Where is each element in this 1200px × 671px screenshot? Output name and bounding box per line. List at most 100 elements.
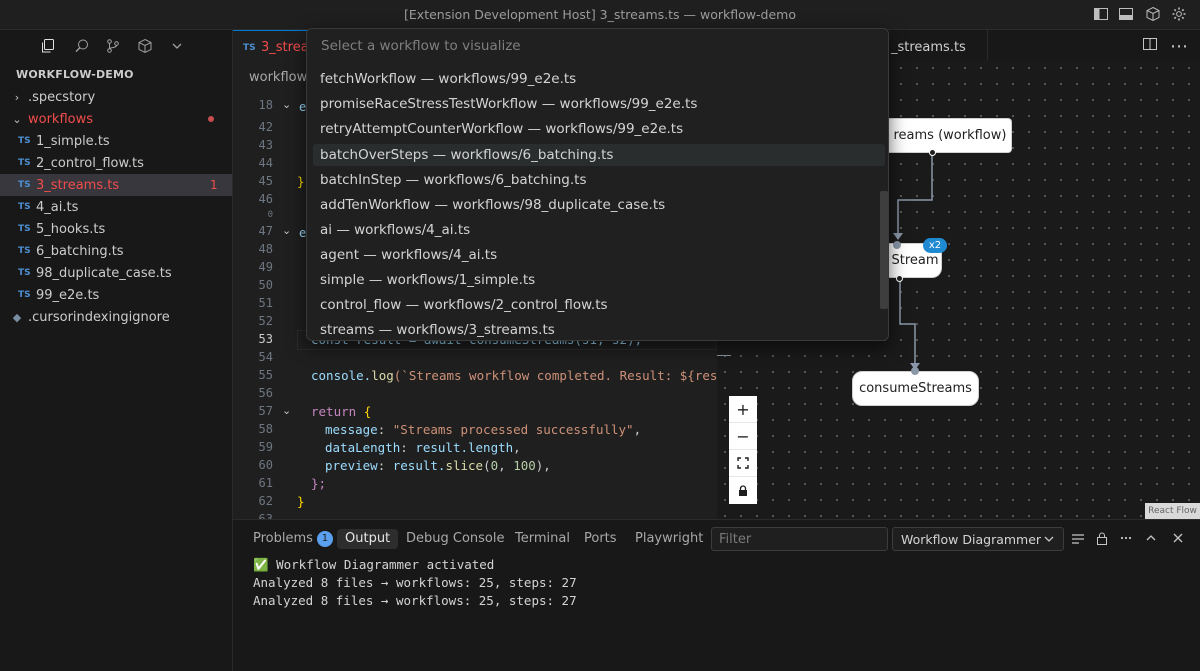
line-number: 45 (258, 174, 273, 188)
toggle-sidebar-icon[interactable] (1093, 6, 1109, 22)
quick-pick-item[interactable]: ai — workflows/4_ai.ts (313, 219, 885, 241)
tab-label: 3_strea (261, 40, 309, 55)
code-token: 100 (513, 458, 536, 473)
quick-pick-item[interactable]: agent — workflows/4_ai.ts (313, 244, 885, 266)
tree-item-label: 6_batching.ts (36, 243, 124, 259)
tree-item-5-hooks[interactable]: TS 5_hooks.ts (0, 218, 232, 240)
typescript-file-icon: TS (18, 180, 31, 190)
line-number: 63 (258, 512, 273, 519)
tree-item-label: 4_ai.ts (36, 199, 79, 215)
split-editor-icon[interactable] (1143, 37, 1157, 51)
code-line-58: message: "Streams processed successfully… (325, 422, 642, 437)
extension-cube-icon[interactable] (1145, 6, 1161, 22)
chevron-right-icon: › (14, 90, 20, 104)
tab-output[interactable]: Output (337, 529, 399, 549)
lock-icon (739, 484, 747, 496)
quick-pick-item[interactable]: fetchWorkflow — workflows/99_e2e.ts (313, 68, 885, 90)
line-number: 48 (258, 242, 273, 256)
tab-divider (987, 30, 988, 64)
code-token: dataLength (325, 440, 401, 455)
react-flow-attribution[interactable]: React Flow (1145, 503, 1200, 519)
node-handle[interactable] (929, 149, 936, 156)
word-wrap-icon[interactable] (1071, 532, 1085, 546)
node-streams-workflow[interactable]: reams (workflow) (889, 118, 1012, 153)
lock-button[interactable] (729, 477, 757, 504)
node-consume-streams[interactable]: consumeStreams (852, 371, 979, 406)
settings-gear-icon[interactable] (1171, 6, 1187, 22)
tree-item-99-e2e[interactable]: TS 99_e2e.ts (0, 284, 232, 306)
quick-pick-item[interactable]: promiseRaceStressTestWorkflow — workflow… (313, 93, 885, 115)
zoom-in-button[interactable]: + (729, 396, 757, 423)
quick-pick-item-active[interactable]: batchOverSteps — workflows/6_batching.ts (313, 144, 885, 166)
quick-pick-item[interactable]: retryAttemptCounterWorkflow — workflows/… (313, 118, 885, 140)
tree-item-label: 1_simple.ts (36, 133, 110, 149)
node-label: Stream (891, 253, 939, 268)
quick-pick-item[interactable]: streams — workflows/3_streams.ts (313, 319, 885, 339)
close-panel-icon[interactable] (1171, 531, 1185, 545)
typescript-file-icon: TS (18, 158, 31, 168)
maximize-panel-icon[interactable] (1144, 531, 1158, 545)
output-channel-select[interactable]: Workflow Diagrammer (892, 527, 1064, 551)
zoom-out-button[interactable]: − (729, 423, 757, 450)
quick-pick-scrollbar[interactable] (880, 191, 888, 309)
tree-item-label: 99_e2e.ts (36, 287, 100, 303)
fold-chevron-icon[interactable]: ⌄ (282, 98, 291, 111)
more-actions-icon[interactable] (1119, 531, 1133, 545)
output-line: ✅ Workflow Diagrammer activated (253, 557, 495, 572)
line-number: 55 (258, 368, 273, 382)
quick-pick-input[interactable]: Select a workflow to visualize (313, 35, 884, 59)
tree-item-3-streams[interactable]: TS 3_streams.ts 1 (0, 174, 232, 196)
source-control-icon[interactable] (101, 35, 125, 57)
quick-pick-item[interactable]: batchInStep — workflows/6_batching.ts (313, 169, 885, 191)
tab-streams-diagram[interactable]: _streams.ts (881, 30, 976, 64)
node-handle[interactable] (893, 241, 901, 249)
tree-item-cursorindexingignore[interactable]: ◆ .cursorindexingignore (0, 306, 232, 328)
typescript-file-icon: TS (18, 246, 31, 256)
code-line-62: } (297, 494, 305, 509)
node-handle[interactable] (911, 367, 919, 375)
tab-problems[interactable]: Problems 1 (253, 529, 333, 549)
code-token: (`Streams workflow completed. Result: ${… (393, 368, 740, 383)
node-handle[interactable] (896, 275, 903, 282)
tree-item-specstory[interactable]: › .specstory (0, 86, 232, 108)
quick-pick-item[interactable]: addTenWorkflow — workflows/98_duplicate_… (313, 194, 885, 216)
fit-view-button[interactable] (729, 450, 757, 477)
tab-ports[interactable]: Ports (584, 529, 617, 549)
fold-chevron-icon[interactable]: ⌄ (282, 224, 291, 237)
split-editor-icon[interactable]: ⋯ (1170, 38, 1188, 56)
chevron-down-icon[interactable] (165, 35, 189, 57)
line-number: 54 (258, 350, 273, 364)
lock-scroll-icon[interactable] (1095, 531, 1109, 545)
code-token: console. (311, 368, 372, 383)
tree-item-4-ai[interactable]: TS 4_ai.ts (0, 196, 232, 218)
sidebar-tab-bar (0, 30, 232, 62)
breadcrumb[interactable]: workflows (249, 70, 314, 85)
code-token: preview (325, 458, 378, 473)
quick-pick-item[interactable]: control_flow — workflows/2_control_flow.… (313, 294, 885, 316)
tree-item-98-duplicate-case[interactable]: TS 98_duplicate_case.ts (0, 262, 232, 284)
search-icon[interactable] (70, 35, 94, 57)
line-number: 42 (258, 120, 273, 134)
fold-chevron-icon[interactable]: ⌄ (282, 404, 291, 417)
window-title: [Extension Development Host] 3_streams.t… (404, 7, 796, 22)
chevron-down-icon: ⌄ (12, 112, 22, 126)
typescript-file-icon: TS (18, 136, 31, 146)
tree-item-1-simple[interactable]: TS 1_simple.ts (0, 130, 232, 152)
tree-item-2-control-flow[interactable]: TS 2_control_flow.ts (0, 152, 232, 174)
toggle-panel-icon[interactable] (1118, 6, 1134, 22)
quick-pick-item[interactable]: simple — workflows/1_simple.ts (313, 269, 885, 291)
line-number: 58 (258, 422, 273, 436)
line-number: 57 (258, 404, 273, 418)
tree-item-6-batching[interactable]: TS 6_batching.ts (0, 240, 232, 262)
code-line-60: preview: result.slice(0, 100), (325, 458, 551, 473)
line-number: 61 (258, 476, 273, 490)
output-filter-input[interactable]: Filter (711, 527, 888, 551)
explorer-files-icon[interactable] (34, 33, 62, 59)
tab-terminal[interactable]: Terminal (515, 529, 570, 549)
tab-debug-console[interactable]: Debug Console (406, 529, 505, 549)
tree-item-workflows[interactable]: ⌄ workflows (0, 108, 232, 130)
line-number: 50 (258, 278, 273, 292)
explorer-root-header[interactable]: WORKFLOW-DEMO (16, 68, 134, 81)
tab-playwright[interactable]: Playwright (635, 529, 703, 549)
extensions-cube-icon[interactable] (133, 35, 157, 57)
